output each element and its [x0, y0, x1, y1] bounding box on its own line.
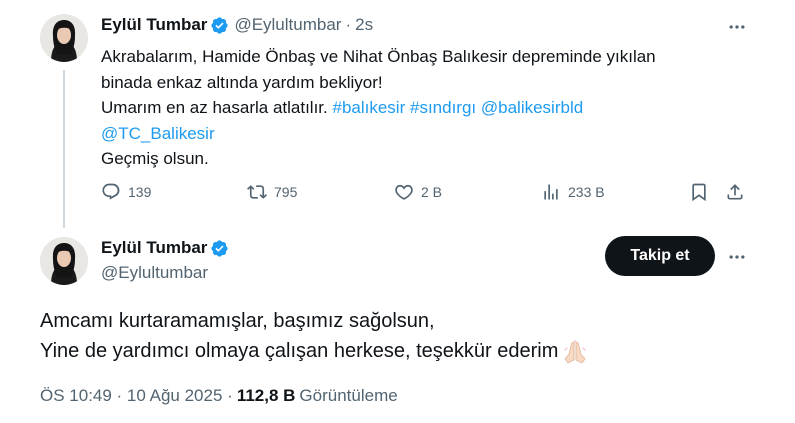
- share-icon: [727, 184, 743, 200]
- like-button[interactable]: 2 B: [394, 182, 442, 202]
- tweet-text-line: @TC_Balikesir: [101, 121, 751, 147]
- tweet-meta: ÖS 10:49 · 10 Ağu 2025 · 112,8 B Görüntü…: [40, 386, 398, 406]
- more-icon[interactable]: [725, 245, 749, 269]
- tweet-text: Amcamı kurtaramamışlar, başımız sağolsun…: [40, 306, 588, 366]
- tweet2-header: Eylül Tumbar: [101, 238, 229, 258]
- display-name[interactable]: Eylül Tumbar: [101, 15, 207, 35]
- tweet-text-fragment: Umarım en az hasarla atlatılır.: [101, 98, 333, 117]
- tweet1-header: Eylül Tumbar @Eylultumbar · 2s: [101, 15, 373, 35]
- hashtag-link[interactable]: #balıkesir: [332, 98, 405, 117]
- views-label: Görüntüleme: [299, 386, 398, 405]
- avatar-image: [40, 14, 88, 62]
- like-icon: [395, 184, 413, 200]
- repost-button[interactable]: 795: [247, 182, 297, 202]
- views-count: 233 B: [568, 184, 605, 200]
- reply-button[interactable]: 139: [101, 182, 151, 202]
- tweet-text-line: binada enkaz altında yardım bekliyor!: [101, 72, 383, 92]
- separator-dot: ·: [345, 15, 352, 34]
- more-icon[interactable]: [725, 15, 749, 39]
- tweet-timestamp[interactable]: ÖS 10:49 · 10 Ağu 2025 ·: [40, 386, 233, 406]
- repost-count: 795: [274, 184, 298, 200]
- mention-link[interactable]: @balikesirbld: [481, 98, 583, 117]
- tweet-text-fragment: Yine de yardımcı olmaya çalışan herkese,…: [40, 340, 559, 362]
- hashtag-link[interactable]: #sındırgı: [410, 98, 476, 117]
- tweet-text-line: Umarım en az hasarla atlatılır. #balıkes…: [101, 95, 751, 121]
- like-count: 2 B: [421, 184, 443, 200]
- tweet-text: Akrabalarım, Hamide Önbaş ve Nihat Önbaş…: [101, 44, 751, 172]
- tweet-text-line: Geçmiş olsun.: [101, 149, 209, 168]
- tweet-actions: 139 795 2 B 233 B: [101, 182, 749, 208]
- verified-badge-icon: [211, 239, 229, 257]
- views-icon: [544, 184, 558, 200]
- reply-count: 139: [128, 184, 152, 200]
- tweet-text-line: Amcamı kurtaramamışlar, başımız sağolsun…: [40, 310, 435, 332]
- tweet-text-line: Yine de yardımcı olmaya çalışan herkese,…: [40, 336, 588, 366]
- follow-button[interactable]: Takip et: [605, 236, 715, 276]
- share-button[interactable]: [725, 182, 745, 202]
- avatar[interactable]: [40, 14, 88, 62]
- avatar-image: [40, 237, 88, 285]
- mention-link[interactable]: @TC_Balikesir: [101, 124, 215, 143]
- timestamp[interactable]: 2s: [355, 15, 373, 35]
- tweet2-handle-row: @Eylultumbar: [101, 263, 208, 283]
- display-name[interactable]: Eylül Tumbar: [101, 238, 207, 258]
- avatar[interactable]: [40, 237, 88, 285]
- bookmark-button[interactable]: [689, 182, 709, 202]
- handle[interactable]: @Eylultumbar: [234, 15, 341, 35]
- views-button[interactable]: 233 B: [541, 182, 605, 202]
- repost-icon: [247, 185, 267, 199]
- handle[interactable]: @Eylultumbar: [101, 263, 208, 283]
- views-total: 112,8 B: [236, 386, 296, 405]
- verified-badge-icon: [211, 16, 229, 34]
- reply-icon: [102, 183, 120, 200]
- tweet-text-line: Akrabalarım, Hamide Önbaş ve Nihat Önbaş…: [101, 47, 656, 66]
- bookmark-icon: [692, 183, 706, 202]
- folded-hands-icon: [564, 339, 586, 364]
- thread-line: [63, 70, 65, 228]
